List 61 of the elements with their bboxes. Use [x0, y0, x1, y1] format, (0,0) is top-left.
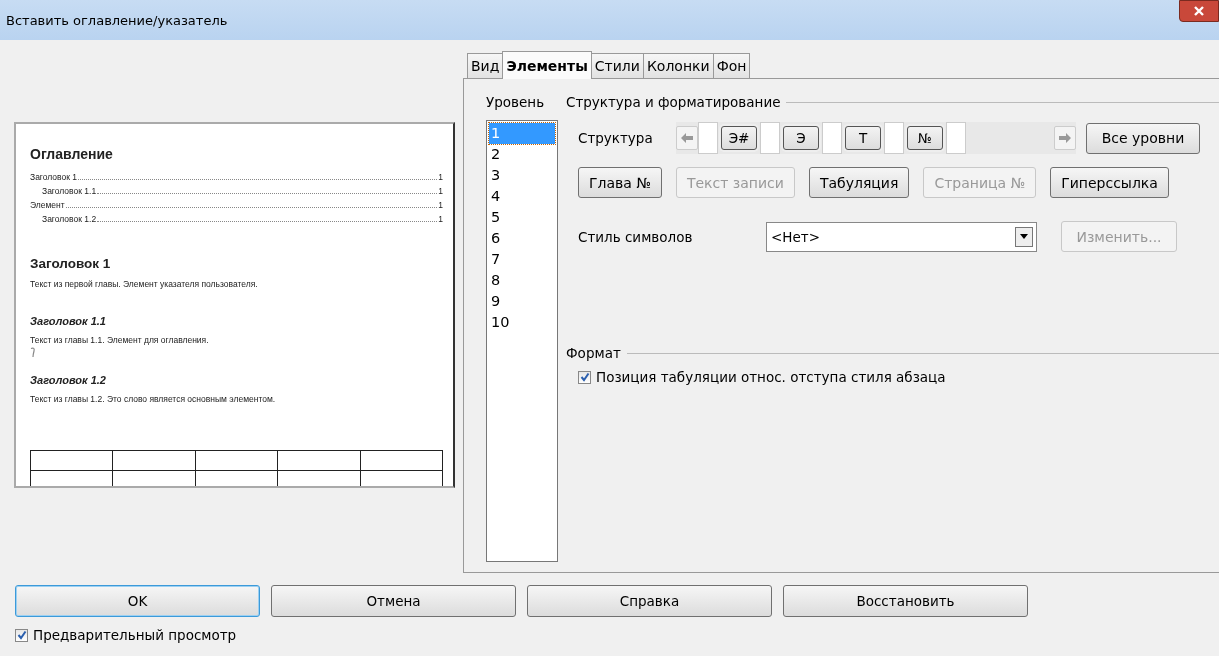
structure-label: Структура [578, 130, 654, 146]
toc-entry: Элемент 1 [30, 198, 443, 212]
checkbox-label: Позиция табуляции относ. отступа стиля абзаца [596, 369, 946, 385]
close-icon [1193, 5, 1205, 17]
preview-paragraph: Текст из главы 1.1. Элемент для оглавления. [30, 335, 210, 345]
window-title: Вставить оглавление/указатель [6, 12, 228, 28]
structure-token[interactable]: Т [845, 126, 881, 150]
dialog-button[interactable]: Отмена [271, 585, 516, 617]
tab[interactable]: Элементы [502, 51, 592, 79]
tab[interactable]: Вид [467, 53, 504, 78]
structure-token[interactable]: № [907, 126, 943, 150]
level-item[interactable]: 6 [489, 228, 555, 249]
insert-element-button[interactable]: Табуляция [808, 167, 910, 198]
structure-token[interactable]: Э# [721, 126, 757, 150]
checkbox[interactable] [578, 370, 591, 384]
char-style-dropdown[interactable]: <Нет> [766, 221, 1037, 252]
preview-heading: Заголовок 1 [30, 256, 112, 271]
char-style-label: Стиль символов [578, 228, 694, 245]
toc-entry: Заголовок 1 1 [30, 170, 443, 184]
anchor-mark-icon [30, 347, 36, 358]
checkbox[interactable] [15, 628, 28, 642]
scroll-left-button[interactable] [676, 126, 698, 150]
section-title: Структура и форматирование [566, 94, 781, 110]
preview-heading: Оглавление [30, 146, 114, 162]
level-item[interactable]: 3 [489, 165, 555, 186]
level-item[interactable]: 7 [489, 249, 555, 270]
scroll-right-button[interactable] [1054, 126, 1076, 150]
toc-entry: Заголовок 1.2 1 [41, 212, 443, 226]
level-item[interactable]: 5 [489, 207, 555, 228]
preview-subheading: Заголовок 1.2 [30, 374, 107, 386]
structure-slot[interactable] [698, 122, 718, 154]
insert-element-button[interactable]: Глава № [578, 167, 662, 198]
right-arrow-icon [1059, 133, 1071, 143]
level-item[interactable]: 4 [489, 186, 555, 207]
level-item[interactable]: 10 [489, 312, 555, 333]
dialog-button[interactable]: Справка [527, 585, 772, 617]
toc-entry: Заголовок 1.1 1 [41, 184, 443, 198]
all-levels-button[interactable]: Все уровни [1086, 122, 1200, 154]
preview-paragraph: Текст из первой главы. Элемент указателя пользователя. [30, 279, 259, 289]
structure-slot[interactable] [884, 122, 904, 154]
level-item[interactable]: 8 [489, 270, 555, 291]
preview-paragraph: Текст из главы 1.2. Это слово является основным элементом. [30, 394, 277, 404]
structure-slot[interactable] [760, 122, 780, 154]
left-arrow-icon [681, 133, 693, 143]
insert-element-button[interactable]: Гиперссылка [1050, 167, 1169, 198]
close-button[interactable] [1179, 0, 1219, 22]
preview-subheading: Заголовок 1.1 [30, 315, 107, 327]
structure-slot[interactable] [822, 122, 842, 154]
tab[interactable]: Колонки [642, 53, 714, 78]
level-item[interactable]: 9 [489, 291, 555, 312]
level-item[interactable]: 2 [489, 144, 555, 165]
level-label: Уровень [486, 94, 546, 112]
dialog-button[interactable]: Восстановить [783, 585, 1028, 617]
dialog-button[interactable]: OK [15, 585, 260, 617]
structure-slot[interactable] [946, 122, 966, 154]
tab[interactable]: Фон [712, 53, 751, 78]
tab[interactable]: Стили [590, 53, 644, 78]
structure-token[interactable]: Э [783, 126, 819, 150]
section-title: Формат [566, 345, 621, 361]
checkbox-label: Предварительный просмотр [33, 627, 237, 643]
dropdown-caret-icon [1020, 234, 1028, 239]
